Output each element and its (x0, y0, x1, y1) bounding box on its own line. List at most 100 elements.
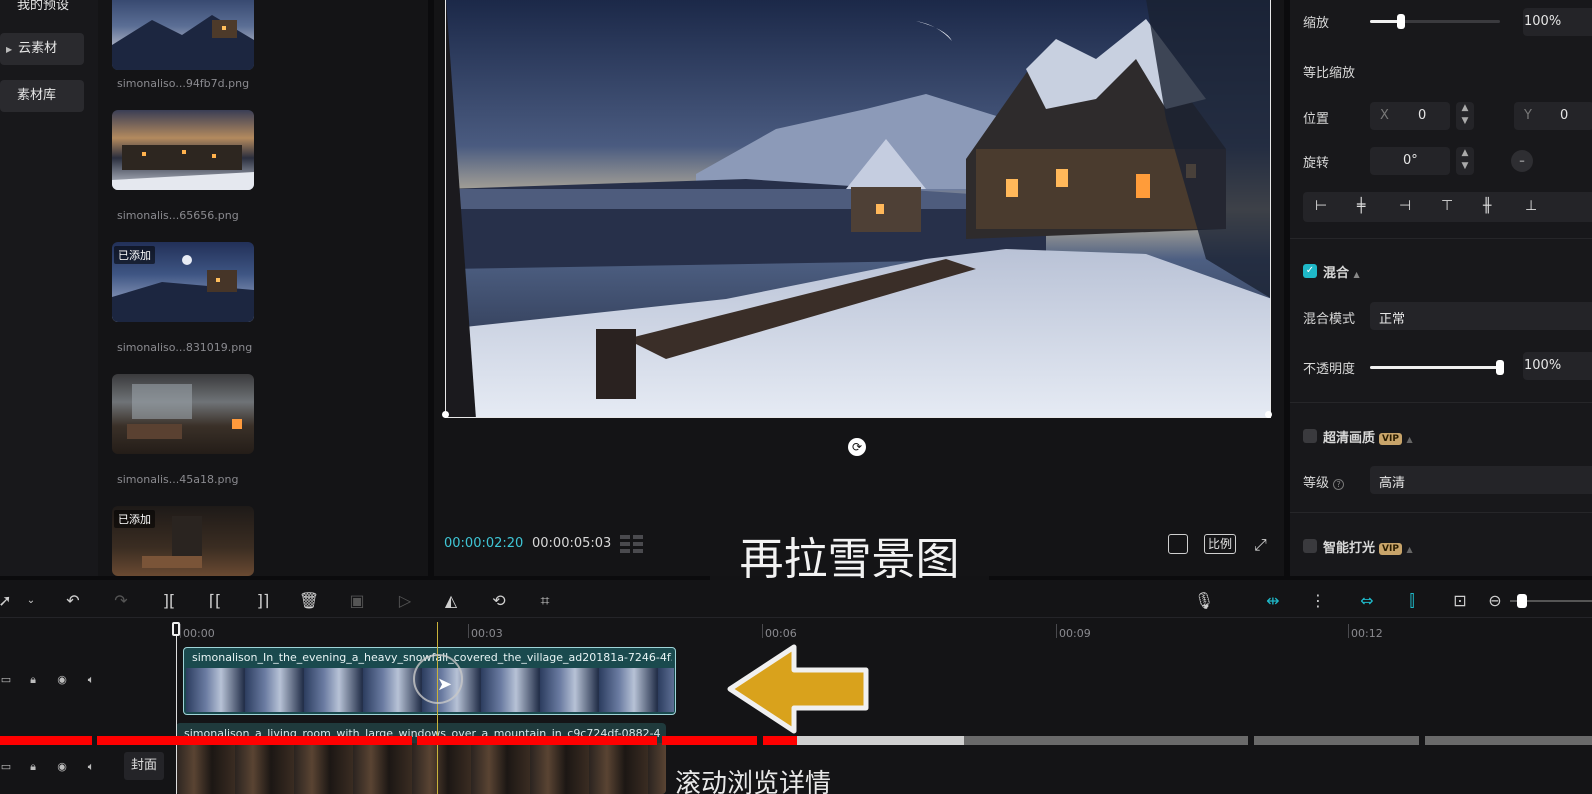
split-right-icon[interactable]: ]⌉ (252, 590, 274, 612)
opacity-value: 100% (1524, 358, 1562, 373)
media-thumb[interactable] (112, 374, 254, 454)
rotate-dial-icon[interactable]: – (1511, 150, 1533, 172)
left-arrow-icon (727, 644, 869, 734)
scale-slider[interactable] (1370, 14, 1500, 29)
timeline-start-line (176, 636, 177, 794)
caption-text: 再拉雪景图 (739, 534, 960, 585)
grade-select[interactable]: 高清 (1370, 466, 1592, 494)
eye-icon[interactable]: ◉ (54, 672, 70, 688)
rotate-handle-icon[interactable]: ⟳ (848, 438, 866, 456)
pos-y-field[interactable]: Y 0 (1514, 102, 1592, 130)
grid-view-icon[interactable] (620, 535, 644, 553)
blend-mode-label: 混合模式 (1303, 312, 1356, 327)
left-nav: 我的预设 ▶ 云素材 素材库 (0, 0, 98, 576)
opacity-slider-handle[interactable] (1496, 360, 1504, 375)
added-badge: 已添加 (114, 246, 155, 264)
microphone-icon[interactable]: 🎙 (1193, 590, 1215, 612)
preview-canvas[interactable] (445, 0, 1271, 418)
blend-mode-select[interactable]: 正常 (1370, 302, 1592, 330)
clip-filmstrip (176, 743, 666, 794)
play-icon[interactable]: ▷ (394, 590, 416, 612)
align-center-h-icon[interactable]: ╪ (1357, 198, 1365, 214)
align-right-icon[interactable]: ⊣ (1399, 198, 1411, 214)
ruler-label: 00:03 (471, 627, 503, 640)
fit-icon[interactable]: ⊡ (1449, 590, 1471, 612)
align-top-icon[interactable]: ⊤ (1441, 198, 1453, 214)
pos-x-stepper[interactable]: ▲ ▼ (1456, 102, 1474, 130)
timeline-panel: ➚ ⌄ ↶ ↷ ][ ⌈[ ]⌉ 🗑 ▣ ▷ ◭ ⟲ ⌗ 🎙 ⇹ ⋮ ⇔ ⫿ ⊡… (0, 580, 1592, 794)
ruler-label: 00:12 (1351, 627, 1383, 640)
opacity-slider[interactable] (1370, 360, 1504, 375)
redo-icon[interactable]: ↷ (110, 590, 132, 612)
split-left-icon[interactable]: ⌈[ (204, 590, 226, 612)
track-video-icon: ▭ (0, 673, 12, 686)
fullscreen-preview-icon[interactable] (1168, 534, 1188, 554)
split-icon[interactable]: ][ (158, 590, 180, 612)
media-thumb[interactable]: 已添加 (112, 506, 254, 576)
pos-x-label: X (1380, 108, 1389, 123)
align-left-icon[interactable]: ⊢ (1315, 198, 1327, 214)
grade-label-text: 等级 (1303, 476, 1330, 491)
collapse-icon[interactable]: ▲ (1406, 435, 1412, 444)
player-panel: ⟳ 00:00:02:20 00:00:05:03 比例 ⤢ (434, 0, 1284, 576)
scale-slider-handle[interactable] (1397, 14, 1405, 29)
pos-x-field[interactable]: X 0 (1370, 102, 1450, 130)
scale-value-field[interactable]: 100% (1523, 8, 1592, 36)
mirror-icon[interactable]: ◭ (440, 590, 462, 612)
rotate-stepper[interactable]: ▲ ▼ (1456, 147, 1474, 175)
lock-icon[interactable]: 🔒︎ (25, 759, 41, 775)
select-pointer-icon[interactable]: ➚ (0, 590, 16, 612)
zoom-slider-handle[interactable] (1517, 594, 1527, 608)
video-clip-living-room[interactable]: simonalison_a_living_room_with_large_win… (176, 723, 666, 794)
ratio-button[interactable]: 比例 (1204, 534, 1237, 554)
current-time: 00:00:02:20 (444, 536, 524, 551)
nav-cloud-materials[interactable]: ▶ 云素材 (0, 33, 84, 65)
link-icon[interactable]: ⇔ (1354, 590, 1380, 612)
mouse-cursor-icon: ➤ (437, 674, 453, 695)
media-filename: simonaliso...94fb7d.png (117, 77, 250, 90)
crop-icon[interactable]: ⌗ (534, 590, 556, 612)
zoom-out-icon[interactable]: ⊖ (1484, 590, 1506, 612)
speaker-icon[interactable]: 🔈︎ (83, 759, 99, 775)
resize-handle[interactable] (442, 411, 449, 418)
nav-my-presets[interactable]: 我的预设 (0, 0, 84, 22)
snap-icon[interactable]: ⋮ (1307, 590, 1329, 612)
rotate-field[interactable]: 0° (1370, 147, 1450, 175)
delete-icon[interactable]: 🗑 (298, 590, 320, 612)
timeline-start-marker[interactable] (172, 622, 180, 636)
preview-axis-icon[interactable]: ⫿ (1401, 590, 1423, 612)
video-progress-bar[interactable] (0, 736, 1592, 745)
bottom-overlay-text: 滚动浏览详情 (675, 769, 832, 794)
smart-light-checkbox[interactable] (1303, 539, 1317, 553)
collapse-icon[interactable]: ▲ (1354, 270, 1360, 279)
speaker-icon[interactable]: 🔈︎ (83, 672, 99, 688)
media-filename: simonaliso...831019.png (117, 341, 253, 354)
collapse-icon[interactable]: ▲ (1406, 545, 1412, 554)
align-bottom-icon[interactable]: ⊥ (1525, 198, 1537, 214)
media-panel: simonaliso...94fb7d.png simonalis...6565… (98, 0, 428, 576)
media-thumb[interactable] (112, 0, 254, 70)
cover-button[interactable]: 封面 (124, 752, 164, 780)
ruler-label: 00:09 (1059, 627, 1091, 640)
help-icon[interactable]: ? (1333, 479, 1345, 490)
opacity-slider-fill (1370, 366, 1500, 369)
hd-checkbox[interactable] (1303, 429, 1317, 443)
fullscreen-icon[interactable]: ⤢ (1254, 535, 1267, 555)
resize-handle[interactable] (1265, 411, 1272, 418)
lock-icon[interactable]: 🔒︎ (25, 672, 41, 688)
media-thumb[interactable]: 已添加 (112, 242, 254, 322)
main-track-magnet-icon[interactable]: ⇹ (1260, 590, 1286, 612)
chevron-down-icon[interactable]: ⌄ (20, 590, 42, 612)
playhead[interactable] (437, 622, 438, 794)
blend-checkbox[interactable]: ✓ (1303, 264, 1317, 278)
grade-label: 等级 ? (1303, 472, 1345, 491)
align-center-v-icon[interactable]: ╫ (1483, 198, 1491, 214)
eye-icon[interactable]: ◉ (54, 759, 70, 775)
scale-label: 缩放 (1303, 16, 1330, 31)
opacity-value-field[interactable]: 100% (1523, 352, 1592, 380)
nav-material-library[interactable]: 素材库 (0, 80, 84, 112)
undo-icon[interactable]: ↶ (62, 590, 84, 612)
media-thumb[interactable] (112, 110, 254, 190)
freeze-icon[interactable]: ▣ (346, 590, 368, 612)
rotate-icon[interactable]: ⟲ (488, 590, 510, 612)
